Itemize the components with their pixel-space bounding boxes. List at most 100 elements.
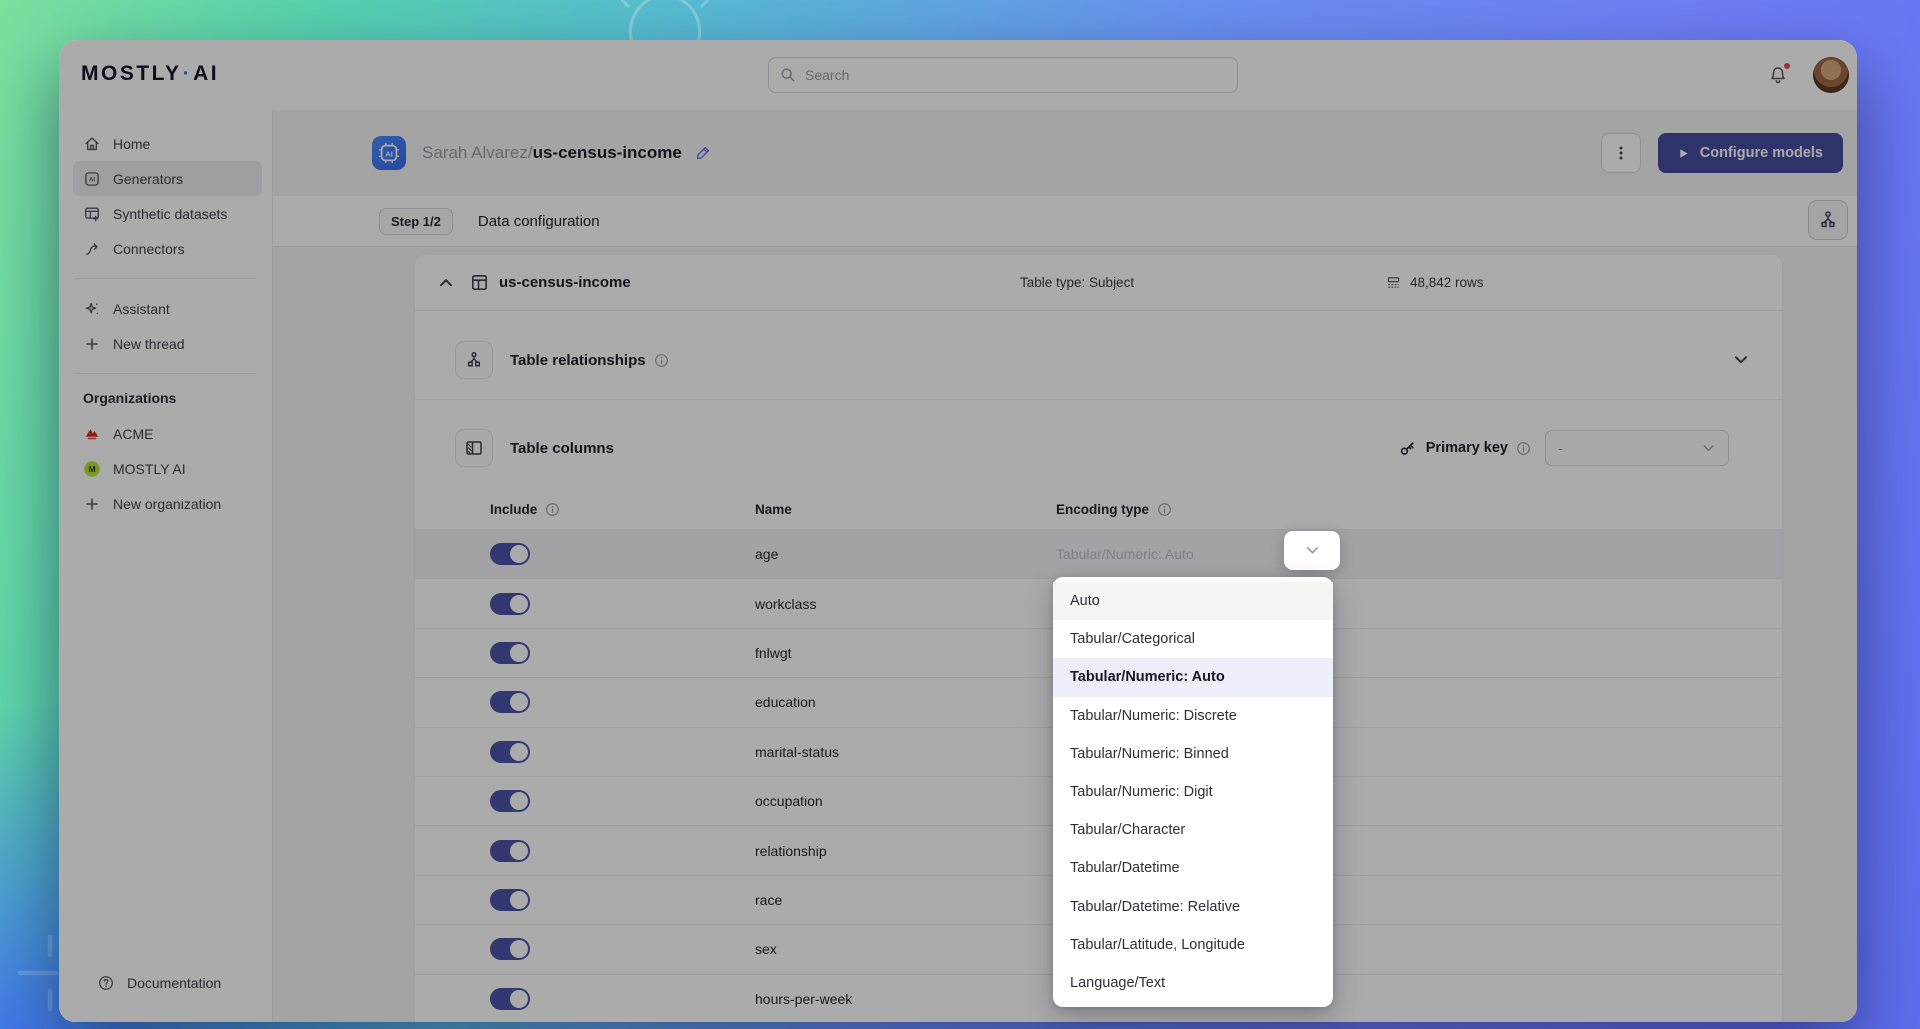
sidebar-item-label: New organization xyxy=(113,496,221,512)
sidebar-item-documentation[interactable]: Documentation xyxy=(87,965,252,1000)
step-badge: Step 1/2 xyxy=(379,208,453,235)
table-type: Table type: Subject xyxy=(1020,275,1134,290)
sidebar-item-new-organization[interactable]: New organization xyxy=(73,486,262,521)
toggle-knob xyxy=(510,545,528,563)
dropdown-option-tabular-numeric-discrete[interactable]: Tabular/Numeric: Discrete xyxy=(1053,697,1333,735)
toggle-knob xyxy=(510,644,528,662)
sidebar-item-generators[interactable]: AIGenerators xyxy=(73,161,262,196)
info-icon xyxy=(545,502,560,517)
sparkles-icon xyxy=(83,300,101,318)
dropdown-option-tabular-numeric-digit[interactable]: Tabular/Numeric: Digit xyxy=(1053,773,1333,811)
sidebar-item-new-thread[interactable]: New thread xyxy=(73,326,262,361)
page-header: AI Sarah Alvarez/us-census-income Config… xyxy=(273,110,1857,196)
header-include: Include xyxy=(490,502,537,517)
sidebar-item-connectors[interactable]: Connectors xyxy=(73,231,262,266)
relationships-icon-box xyxy=(455,341,493,379)
hierarchy-icon xyxy=(464,350,484,370)
table-icon xyxy=(470,273,489,292)
include-toggle-relationship[interactable] xyxy=(490,840,530,862)
play-icon xyxy=(1678,148,1689,159)
collapse-table-icon[interactable] xyxy=(437,274,455,292)
sidebar-item-label: Documentation xyxy=(127,975,221,991)
columns-label: Table columns xyxy=(510,440,614,457)
header-name: Name xyxy=(755,502,1056,517)
include-toggle-age[interactable] xyxy=(490,543,530,565)
column-name: marital-status xyxy=(755,744,1056,760)
include-toggle-occupation[interactable] xyxy=(490,790,530,812)
chevron-down-icon[interactable] xyxy=(1732,351,1750,369)
svg-text:M: M xyxy=(88,464,95,474)
acme-logo xyxy=(83,425,101,443)
dropdown-option-tabular-datetime-relative[interactable]: Tabular/Datetime: Relative xyxy=(1053,888,1333,926)
column-name: sex xyxy=(755,941,1056,957)
dropdown-option-tabular-latitude-longitude[interactable]: Tabular/Latitude, Longitude xyxy=(1053,926,1333,964)
svg-text:AI: AI xyxy=(385,150,393,159)
sidebar-nav-assistant: AssistantNew thread xyxy=(59,291,272,361)
include-toggle-workclass[interactable] xyxy=(490,593,530,615)
sidebar-divider xyxy=(75,373,256,374)
topbar-right xyxy=(1759,40,1849,110)
app-window: MOSTLY·AI HomeAIGeneratorsSynthetic data… xyxy=(59,40,1857,1022)
sidebar-item-assistant[interactable]: Assistant xyxy=(73,291,262,326)
user-avatar[interactable] xyxy=(1813,57,1849,93)
sidebar-item-label: ACME xyxy=(113,426,153,442)
notifications-button[interactable] xyxy=(1759,56,1797,94)
table-columns-section: Table columns Primary key - xyxy=(415,400,1782,490)
toggle-knob xyxy=(510,743,528,761)
svg-text:AI: AI xyxy=(89,176,96,183)
sidebar-item-mostly-ai[interactable]: MMOSTLY AI xyxy=(73,451,262,486)
info-icon xyxy=(654,353,669,368)
include-toggle-marital-status[interactable] xyxy=(490,741,530,763)
chevron-down-icon xyxy=(1701,441,1716,456)
column-name: occupation xyxy=(755,793,1056,809)
page-title: us-census-income xyxy=(533,143,682,162)
encoding-type-value-age[interactable]: Tabular/Numeric: Auto xyxy=(1056,546,1194,562)
column-name: relationship xyxy=(755,843,1056,859)
edit-name-icon[interactable] xyxy=(693,144,712,163)
table-relationships-section[interactable]: Table relationships xyxy=(415,311,1782,400)
include-toggle-hours-per-week[interactable] xyxy=(490,988,530,1010)
breadcrumb-owner: Sarah Alvarez xyxy=(422,143,528,162)
sidebar-nav-main: HomeAIGenerators Synthetic datasets Connec… xyxy=(59,126,272,266)
header-encoding-type: Encoding type xyxy=(1056,502,1149,517)
toggle-knob xyxy=(510,990,528,1008)
column-name: hours-per-week xyxy=(755,991,1056,1007)
dropdown-option-auto[interactable]: Auto xyxy=(1053,582,1333,620)
rows-icon xyxy=(1385,274,1402,291)
more-actions-button[interactable] xyxy=(1601,133,1641,173)
column-name: workclass xyxy=(755,596,1056,612)
configure-models-button[interactable]: Configure models xyxy=(1658,133,1843,173)
sidebar-item-label: Synthetic datasets xyxy=(113,206,227,222)
info-icon xyxy=(1516,441,1531,456)
key-icon xyxy=(1398,439,1417,458)
include-toggle-education[interactable] xyxy=(490,691,530,713)
dropdown-option-tabular-numeric-binned[interactable]: Tabular/Numeric: Binned xyxy=(1053,735,1333,773)
question-icon xyxy=(97,974,115,992)
search-input[interactable] xyxy=(768,57,1238,93)
dropdown-option-tabular-datetime[interactable]: Tabular/Datetime xyxy=(1053,849,1333,887)
step-title: Data configuration xyxy=(478,213,600,230)
encoding-select-chevron-button[interactable] xyxy=(1284,531,1340,570)
connectors-icon xyxy=(83,240,101,258)
dropdown-option-language-text[interactable]: Language/Text xyxy=(1053,964,1333,1002)
encoding-type-dropdown: AutoTabular/CategoricalTabular/Numeric: … xyxy=(1053,577,1333,1007)
table-relationships-view-button[interactable] xyxy=(1808,200,1848,240)
sidebar-nav-organizations: ACME MMOSTLY AI New organization xyxy=(59,416,272,521)
dropdown-option-tabular-categorical[interactable]: Tabular/Categorical xyxy=(1053,620,1333,658)
include-toggle-fnlwgt[interactable] xyxy=(490,642,530,664)
dropdown-option-tabular-numeric-auto[interactable]: Tabular/Numeric: Auto xyxy=(1053,658,1333,696)
kebab-icon xyxy=(1612,144,1630,162)
sidebar-item-synthetic-datasets[interactable]: Synthetic datasets xyxy=(73,196,262,231)
dropdown-option-tabular-character[interactable]: Tabular/Character xyxy=(1053,811,1333,849)
toggle-knob xyxy=(510,693,528,711)
sidebar-documentation: Documentation xyxy=(73,965,262,1000)
generator-type-icon: AI xyxy=(372,136,406,170)
sidebar-item-home[interactable]: Home xyxy=(73,126,262,161)
info-icon xyxy=(1157,502,1172,517)
include-toggle-sex[interactable] xyxy=(490,938,530,960)
sidebar-item-acme[interactable]: ACME xyxy=(73,416,262,451)
sidebar-item-label: Connectors xyxy=(113,241,185,257)
include-toggle-race[interactable] xyxy=(490,889,530,911)
step-bar: Step 1/2 Data configuration xyxy=(273,196,1857,247)
primary-key-select[interactable]: - xyxy=(1545,430,1729,466)
